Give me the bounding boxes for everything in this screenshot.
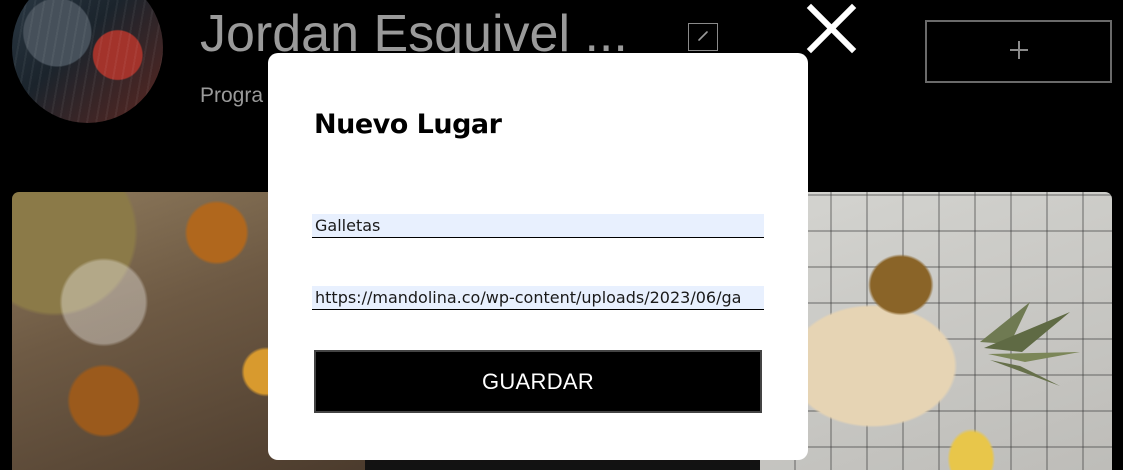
plus-icon	[1007, 38, 1031, 65]
pineapple-leaves-image	[980, 302, 1080, 386]
save-button[interactable]: GUARDAR	[314, 350, 762, 413]
add-place-button[interactable]	[925, 20, 1112, 83]
new-place-modal: Nuevo Lugar GUARDAR	[268, 53, 808, 460]
pencil-icon	[696, 29, 710, 46]
image-url-input[interactable]	[312, 286, 764, 310]
place-name-input[interactable]	[312, 214, 764, 238]
profile-role: Progra	[200, 84, 264, 107]
avatar	[12, 0, 163, 123]
modal-title: Nuevo Lugar	[314, 109, 502, 140]
edit-profile-button[interactable]	[688, 23, 718, 51]
close-modal-button[interactable]	[804, 1, 859, 56]
place-card[interactable]	[760, 192, 1112, 470]
close-icon	[804, 3, 859, 59]
